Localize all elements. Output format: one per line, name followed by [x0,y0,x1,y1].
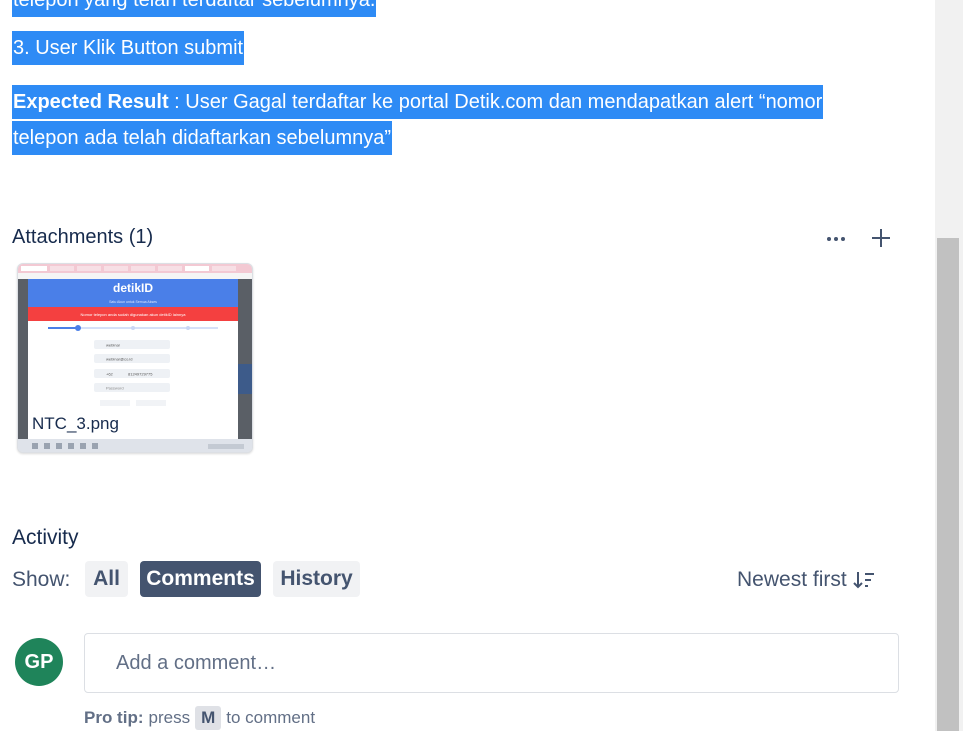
pro-tip: Pro tip: press M to comment [84,706,315,730]
preview-field-password: Password [106,386,124,391]
add-comment-input[interactable]: Add a comment… [84,633,899,693]
description-expected-result-cont: telepon ada telah didaftarkan sebelumnya… [12,121,393,155]
expected-result-text: : User Gagal terdaftar ke portal Detik.c… [168,91,823,113]
attachments-heading: Attachments (1) [12,226,154,248]
expected-result-label: Expected Result [13,91,169,113]
sort-toggle-button[interactable]: Newest first [737,568,875,592]
pro-tip-post: to comment [226,708,316,727]
filter-history-button[interactable]: History [273,561,360,597]
description-line-partial: telepon yang telah terdaftar sebelumnya. [12,0,377,17]
attachment-filename: NTC_3.png [30,414,121,434]
shortcut-key-badge: M [195,706,222,730]
more-horizontal-icon[interactable] [823,226,849,252]
preview-tagline: Satu Akun untuk Semua Akses [109,300,157,304]
preview-brand: detikID [113,281,153,295]
show-label: Show: [12,568,71,591]
avatar[interactable]: GP [15,638,63,686]
description-expected-result: Expected Result : User Gagal terdaftar k… [12,85,824,119]
sort-label: Newest first [737,568,847,591]
filter-comments-button[interactable]: Comments [140,561,261,597]
preview-field-name: webinar [106,343,121,348]
preview-field-country: +62 [106,372,114,377]
pro-tip-label: Pro tip: [84,708,144,727]
activity-heading: Activity [12,526,79,549]
description-step-3: 3. User Klik Button submit [12,31,245,65]
pro-tip-pre: press [148,708,191,727]
preview-field-email: webinar@co.id [106,357,133,362]
plus-icon[interactable] [868,225,894,251]
sort-descending-icon [852,572,874,589]
preview-field-phone: 81249729775 [128,372,153,377]
scrollbar-thumb[interactable] [937,238,959,731]
preview-alert: Nomor telepon anda sudah digunakan akun … [81,312,187,317]
filter-all-button[interactable]: All [85,561,128,597]
